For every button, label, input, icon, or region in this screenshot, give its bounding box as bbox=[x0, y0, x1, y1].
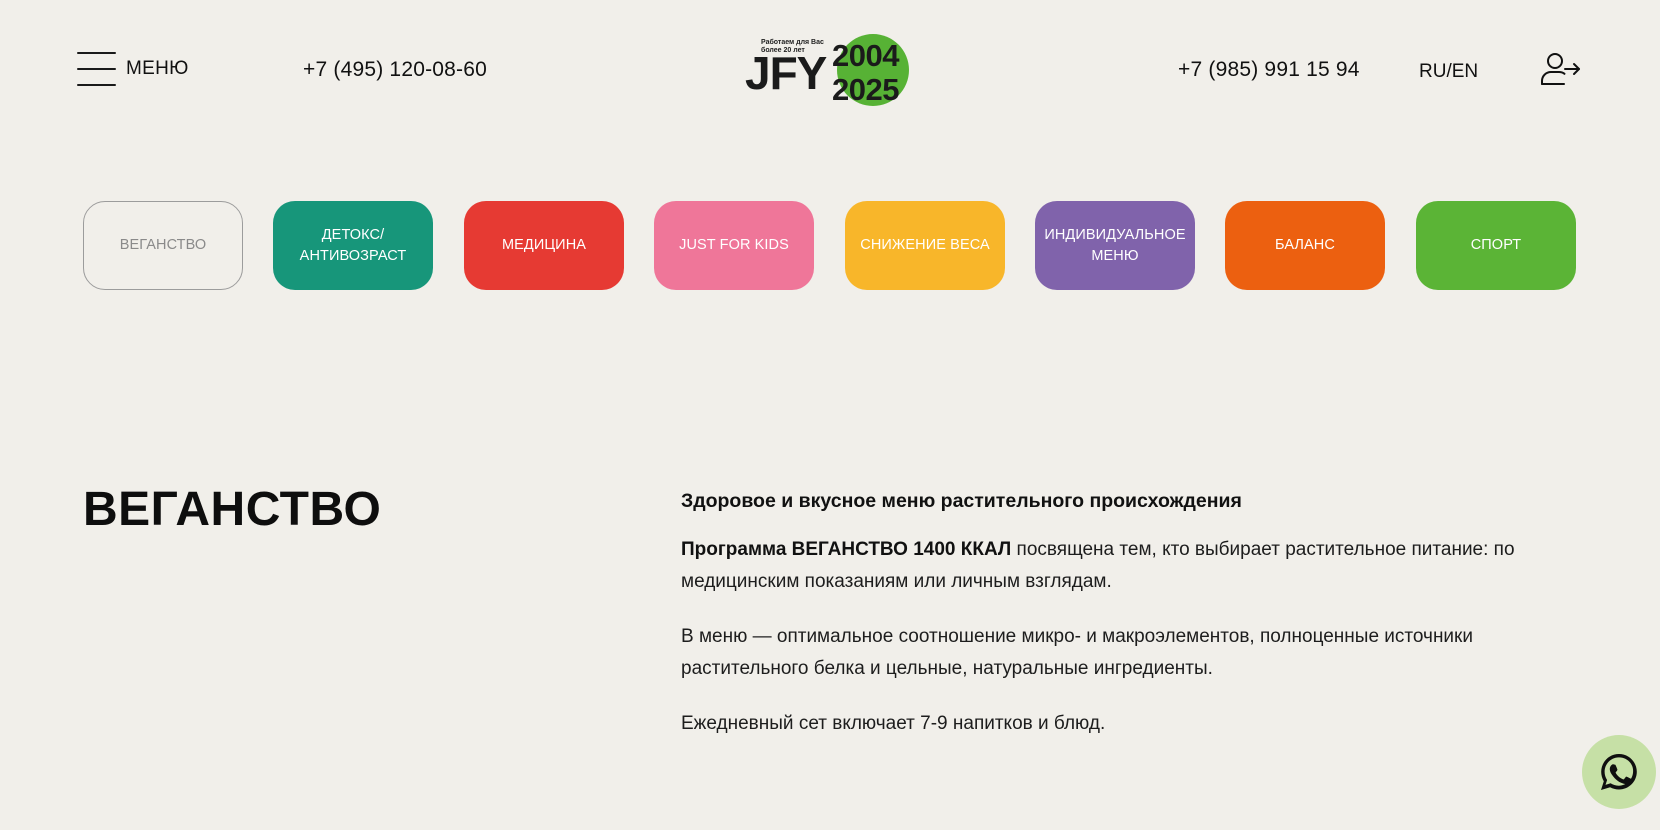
program-subtitle: Здоровое и вкусное меню растительного пр… bbox=[681, 490, 1242, 512]
program-label: МЕДИЦИНА bbox=[501, 237, 587, 253]
program-title: ВЕГАНСТВО bbox=[83, 483, 382, 536]
program-label: JUST FOR KIDS bbox=[679, 237, 789, 253]
program-button-individual[interactable]: ИНДИВИДУАЛЬНОЕ МЕНЮ bbox=[1035, 201, 1195, 290]
whatsapp-button[interactable] bbox=[1582, 735, 1656, 809]
program-button-detox[interactable]: ДЕТОКС/ АНТИВОЗРАСТ bbox=[273, 201, 433, 290]
program-button-medicine[interactable]: МЕДИЦИНА bbox=[464, 201, 624, 290]
logo-year-end: 2025 bbox=[832, 72, 899, 107]
user-login-icon[interactable] bbox=[1540, 50, 1582, 88]
program-label: СПОРТ bbox=[1470, 237, 1522, 253]
site-header: МЕНЮ +7 (495) 120-08-60 Работаем для Вас… bbox=[0, 0, 1660, 145]
program-button-weight-loss[interactable]: СНИЖЕНИЕ ВЕСА bbox=[845, 201, 1005, 290]
description-paragraph-1: Программа ВЕГАНСТВО 1400 ККАЛ посвящена … bbox=[681, 539, 1515, 592]
logo-wordmark: JFY bbox=[745, 47, 827, 99]
hamburger-icon bbox=[77, 52, 116, 86]
menu-label: МЕНЮ bbox=[126, 58, 189, 79]
brand-logo[interactable]: Работаем для Вас более 20 лет JFY 2004 2… bbox=[745, 34, 920, 108]
program-label: ДЕТОКС/ АНТИВОЗРАСТ bbox=[299, 226, 407, 264]
language-switcher[interactable]: RU/EN bbox=[1419, 61, 1478, 83]
whatsapp-icon bbox=[1601, 754, 1637, 790]
program-selector: ВЕГАНСТВО ДЕТОКС/ АНТИВОЗРАСТ МЕДИЦИНА J… bbox=[83, 201, 1583, 291]
program-label: ИНДИВИДУАЛЬНОЕ МЕНЮ bbox=[1044, 226, 1186, 264]
logo-year-start: 2004 bbox=[832, 38, 899, 73]
program-button-balance[interactable]: БАЛАНС bbox=[1225, 201, 1385, 290]
menu-button[interactable]: МЕНЮ bbox=[77, 52, 189, 86]
program-label: БАЛАНС bbox=[1275, 237, 1335, 253]
phone-link-secondary[interactable]: +7 (985) 991 15 94 bbox=[1178, 58, 1360, 82]
description-paragraph-2: В меню — оптимальное соотношение микро- … bbox=[681, 626, 1473, 679]
program-label: СНИЖЕНИЕ ВЕСА bbox=[860, 237, 990, 253]
program-button-veganstvo[interactable]: ВЕГАНСТВО bbox=[83, 201, 243, 290]
program-description: Здоровое и вкусное меню растительного пр… bbox=[681, 490, 1561, 740]
program-label: ВЕГАНСТВО bbox=[119, 237, 207, 253]
program-button-kids[interactable]: JUST FOR KIDS bbox=[654, 201, 814, 290]
program-button-sport[interactable]: СПОРТ bbox=[1416, 201, 1576, 290]
phone-link-primary[interactable]: +7 (495) 120-08-60 bbox=[303, 58, 487, 82]
page: МЕНЮ +7 (495) 120-08-60 Работаем для Вас… bbox=[0, 0, 1660, 830]
description-paragraph-3: Ежедневный сет включает 7-9 напитков и б… bbox=[681, 713, 1106, 734]
